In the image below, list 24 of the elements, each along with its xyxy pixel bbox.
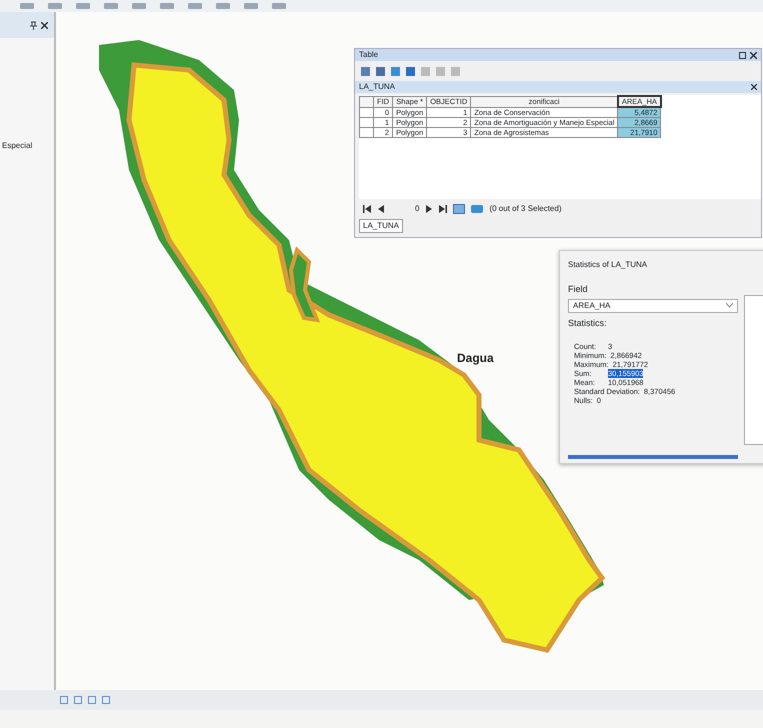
legend-text: Especial bbox=[1, 140, 32, 152]
selection-status: (0 out of 3 Selected) bbox=[489, 203, 562, 215]
table-tab[interactable]: LA_TUNA bbox=[359, 219, 404, 233]
selected-records-icon[interactable] bbox=[471, 205, 484, 213]
caret-icon bbox=[726, 303, 733, 308]
close-icon[interactable] bbox=[41, 22, 48, 28]
scrollbar[interactable] bbox=[568, 455, 738, 459]
close-icon[interactable] bbox=[751, 84, 757, 90]
table-tab-title[interactable]: LA_TUNA bbox=[359, 81, 396, 93]
window-title: Table bbox=[359, 49, 378, 61]
statistics-label: Statistics: bbox=[568, 316, 608, 330]
field-dropdown[interactable]: AREA_HA bbox=[568, 298, 738, 312]
last-record-icon[interactable] bbox=[439, 205, 448, 213]
field-label: Field bbox=[568, 283, 589, 296]
first-record-icon[interactable] bbox=[363, 205, 371, 213]
record-number[interactable]: 0 bbox=[415, 203, 420, 215]
next-record-icon[interactable] bbox=[425, 205, 434, 213]
place-label: Dagua bbox=[457, 350, 494, 367]
close-icon[interactable] bbox=[750, 52, 757, 58]
previous-record-icon[interactable] bbox=[377, 205, 385, 213]
restore-icon[interactable] bbox=[739, 52, 746, 58]
all-records-icon[interactable] bbox=[453, 204, 466, 214]
window-title: Statistics of LA_TUNA bbox=[567, 259, 648, 271]
pin-icon[interactable] bbox=[30, 20, 37, 30]
